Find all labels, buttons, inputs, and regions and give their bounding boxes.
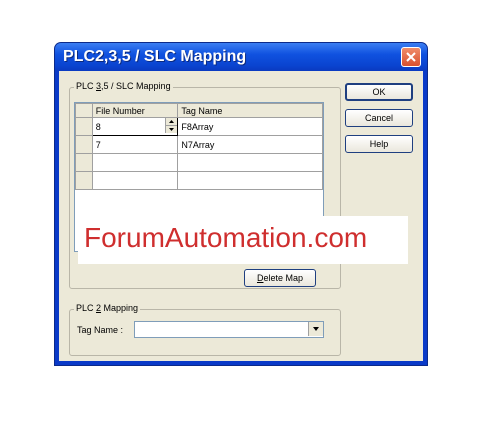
- row-header[interactable]: [75, 171, 93, 190]
- mapping-table: File Number Tag Name 8 F8Array 7 N7Array: [75, 103, 323, 190]
- row-header[interactable]: [75, 153, 93, 172]
- ok-button[interactable]: OK: [345, 83, 413, 101]
- dropdown-button[interactable]: [308, 322, 323, 336]
- help-button[interactable]: Help: [345, 135, 413, 153]
- file-number-cell[interactable]: [91, 171, 179, 190]
- row-header[interactable]: [75, 135, 93, 154]
- row-header-corner: [75, 103, 93, 118]
- row-header[interactable]: [75, 117, 93, 136]
- table-row[interactable]: 7 N7Array: [75, 135, 323, 154]
- plc2-mapping-group-label: PLC 2 Mapping: [74, 303, 141, 313]
- file-number-column-header[interactable]: File Number: [91, 103, 179, 118]
- delete-map-button[interactable]: Delete Map: [244, 269, 316, 287]
- table-row[interactable]: [75, 153, 323, 172]
- table-row[interactable]: [75, 171, 323, 190]
- chevron-down-icon: [313, 327, 319, 331]
- spin-up-icon[interactable]: [166, 118, 178, 126]
- title-bar[interactable]: PLC2,3,5 / SLC Mapping: [55, 43, 427, 71]
- file-number-cell[interactable]: 8: [91, 117, 179, 136]
- close-button[interactable]: [401, 47, 421, 67]
- tag-name-cell[interactable]: N7Array: [177, 135, 323, 154]
- tag-name-cell[interactable]: [177, 171, 323, 190]
- watermark-text: ForumAutomation.com: [84, 222, 368, 253]
- cancel-button[interactable]: Cancel: [345, 109, 413, 127]
- tag-name-column-header[interactable]: Tag Name: [177, 103, 323, 118]
- tag-name-cell[interactable]: F8Array: [177, 117, 323, 136]
- tag-name-combobox[interactable]: [134, 321, 324, 338]
- slc-mapping-group-label: PLC 3,5 / SLC Mapping: [74, 81, 173, 91]
- tag-name-label: Tag Name :: [77, 325, 124, 335]
- file-number-spinner[interactable]: [165, 118, 178, 133]
- file-number-cell[interactable]: [91, 153, 179, 172]
- dialog-window: PLC2,3,5 / SLC Mapping PLC 3,5 / SLC Map…: [55, 43, 427, 365]
- close-icon: [406, 52, 416, 62]
- window-title: PLC2,3,5 / SLC Mapping: [63, 48, 247, 65]
- table-row[interactable]: 8 F8Array: [75, 117, 323, 136]
- spin-down-icon[interactable]: [166, 126, 178, 133]
- tag-name-cell[interactable]: [177, 153, 323, 172]
- file-number-cell[interactable]: 7: [91, 135, 179, 154]
- watermark-banner: ForumAutomation.com: [78, 216, 408, 264]
- header-row: File Number Tag Name: [75, 103, 323, 118]
